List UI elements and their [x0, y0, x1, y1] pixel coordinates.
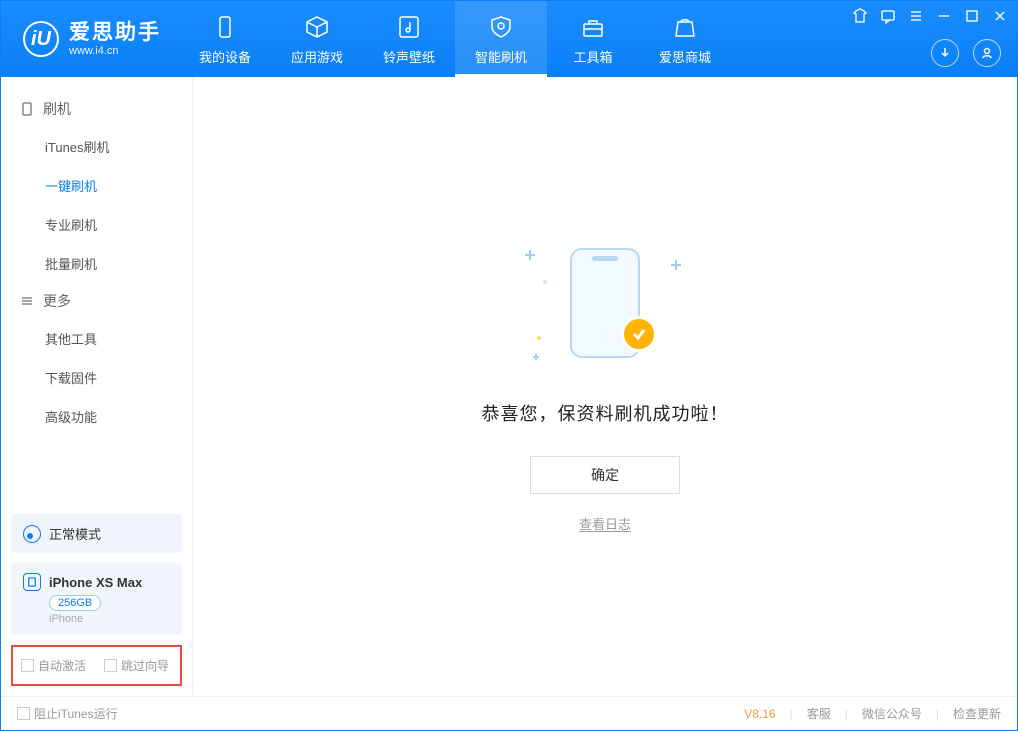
- version-label: V8.16: [744, 707, 775, 721]
- mode-label: 正常模式: [49, 524, 101, 543]
- tab-label: 爱思商城: [659, 47, 711, 66]
- window-controls: [851, 7, 1009, 25]
- sidebar-group-更多[interactable]: 更多: [1, 283, 192, 319]
- device-storage: 256GB: [49, 595, 101, 611]
- success-illustration: [525, 240, 685, 370]
- sidebar-item-专业刷机[interactable]: 专业刷机: [1, 205, 192, 244]
- toolbox-icon: [579, 13, 607, 41]
- feedback-icon[interactable]: [879, 7, 897, 25]
- auto-activate-checkbox[interactable]: 自动激活: [21, 657, 86, 674]
- sidebar-bottom: 正常模式 iPhone XS Max 256GB iPhone 自动激活 跳过向…: [1, 504, 192, 696]
- main-content: 恭喜您，保资料刷机成功啦！ 确定 查看日志: [193, 77, 1017, 696]
- music-icon: [395, 13, 423, 41]
- tab-bag[interactable]: 爱思商城: [639, 1, 731, 77]
- sidebar-item-下载固件[interactable]: 下载固件: [1, 358, 192, 397]
- tab-music[interactable]: 铃声壁纸: [363, 1, 455, 77]
- titlebar-actions: [931, 39, 1001, 67]
- tab-toolbox[interactable]: 工具箱: [547, 1, 639, 77]
- statusbar: 阻止iTunes运行 V8.16 | 客服 | 微信公众号 | 检查更新: [1, 696, 1017, 730]
- tab-device[interactable]: 我的设备: [179, 1, 271, 77]
- sidebar-item-一键刷机[interactable]: 一键刷机: [1, 166, 192, 205]
- tab-label: 铃声壁纸: [383, 47, 435, 66]
- block-itunes-checkbox[interactable]: 阻止iTunes运行: [17, 705, 118, 722]
- cube-icon: [303, 13, 331, 41]
- sidebar: 刷机iTunes刷机一键刷机专业刷机批量刷机更多其他工具下载固件高级功能 正常模…: [1, 77, 193, 696]
- tab-cube[interactable]: 应用游戏: [271, 1, 363, 77]
- mode-icon: [23, 525, 41, 543]
- phone-icon: [19, 101, 35, 117]
- app-subtitle: www.i4.cn: [69, 45, 161, 57]
- tab-label: 智能刷机: [475, 47, 527, 66]
- device-type: iPhone: [49, 613, 170, 625]
- download-icon[interactable]: [931, 39, 959, 67]
- bag-icon: [671, 13, 699, 41]
- logo-icon: iU: [23, 21, 59, 57]
- sidebar-item-批量刷机[interactable]: 批量刷机: [1, 244, 192, 283]
- device-name: iPhone XS Max: [49, 575, 142, 590]
- minimize-icon[interactable]: [935, 7, 953, 25]
- shield-icon: [487, 13, 515, 41]
- tab-label: 应用游戏: [291, 47, 343, 66]
- sidebar-item-其他工具[interactable]: 其他工具: [1, 319, 192, 358]
- maximize-icon[interactable]: [963, 7, 981, 25]
- app-title: 爱思助手: [69, 21, 161, 44]
- sidebar-nav: 刷机iTunes刷机一键刷机专业刷机批量刷机更多其他工具下载固件高级功能: [1, 77, 192, 504]
- sidebar-item-高级功能[interactable]: 高级功能: [1, 397, 192, 436]
- close-icon[interactable]: [991, 7, 1009, 25]
- tab-shield[interactable]: 智能刷机: [455, 1, 547, 77]
- user-icon[interactable]: [973, 39, 1001, 67]
- status-link-wechat[interactable]: 微信公众号: [862, 705, 922, 722]
- device-icon: [23, 573, 41, 591]
- menu-icon[interactable]: [907, 7, 925, 25]
- checkmark-icon: [621, 316, 657, 352]
- titlebar: iU 爱思助手 www.i4.cn 我的设备 应用游戏 铃声壁纸 智能刷机 工具箱 爱思商…: [1, 1, 1017, 77]
- confirm-button[interactable]: 确定: [530, 456, 680, 494]
- menu-icon: [19, 293, 35, 309]
- view-log-link[interactable]: 查看日志: [579, 514, 631, 533]
- device-card[interactable]: iPhone XS Max 256GB iPhone: [11, 563, 182, 635]
- status-link-support[interactable]: 客服: [807, 705, 831, 722]
- tab-label: 工具箱: [573, 47, 612, 66]
- option-highlight-box: 自动激活 跳过向导: [11, 645, 182, 686]
- app-logo[interactable]: iU 爱思助手 www.i4.cn: [1, 21, 179, 57]
- device-icon: [211, 13, 239, 41]
- sidebar-group-刷机[interactable]: 刷机: [1, 91, 192, 127]
- success-message: 恭喜您，保资料刷机成功啦！: [482, 400, 729, 426]
- skip-guide-checkbox[interactable]: 跳过向导: [104, 657, 169, 674]
- app-window: iU 爱思助手 www.i4.cn 我的设备 应用游戏 铃声壁纸 智能刷机 工具箱 爱思商…: [0, 0, 1018, 731]
- tab-label: 我的设备: [199, 47, 251, 66]
- mode-card[interactable]: 正常模式: [11, 514, 182, 553]
- top-tabs: 我的设备 应用游戏 铃声壁纸 智能刷机 工具箱 爱思商城: [179, 1, 731, 77]
- status-link-update[interactable]: 检查更新: [953, 705, 1001, 722]
- skin-icon[interactable]: [851, 7, 869, 25]
- sidebar-item-iTunes刷机[interactable]: iTunes刷机: [1, 127, 192, 166]
- body: 刷机iTunes刷机一键刷机专业刷机批量刷机更多其他工具下载固件高级功能 正常模…: [1, 77, 1017, 696]
